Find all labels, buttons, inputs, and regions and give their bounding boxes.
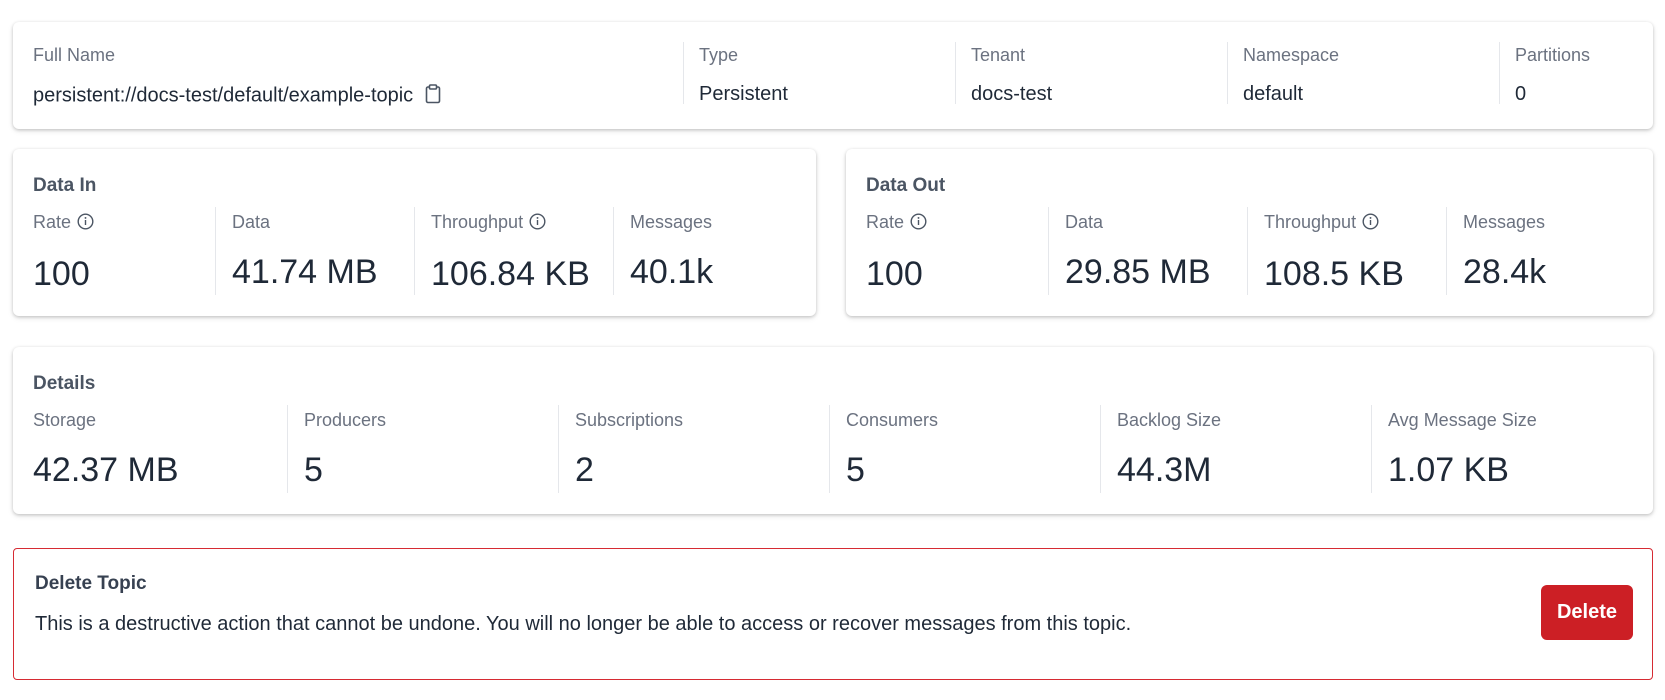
data-label: Data: [1065, 212, 1104, 232]
type-value: Persistent: [699, 83, 788, 105]
namespace-label: Namespace: [1243, 45, 1340, 65]
delete-topic-panel: Delete Topic This is a destructive actio…: [13, 548, 1653, 680]
avg-message-size-stat: Avg Message Size 1.07 KB: [1388, 411, 1537, 487]
divider: [558, 405, 559, 493]
data-value: 29.85 MB: [1065, 253, 1211, 291]
data-in-rate: Rate 100: [33, 213, 94, 291]
divider: [613, 207, 614, 295]
rate-label: Rate: [866, 212, 905, 232]
data-out-data: Data 29.85 MB: [1065, 213, 1211, 289]
data-in-card: Data In Rate 100 Data 41.74 MB Throughpu…: [13, 149, 816, 316]
data-out-title: Data Out: [866, 175, 946, 196]
data-out-rate: Rate 100: [866, 213, 927, 291]
divider: [683, 42, 684, 104]
info-icon[interactable]: [910, 213, 927, 233]
data-in-throughput: Throughput 106.84 KB: [431, 213, 590, 291]
divider: [1446, 207, 1447, 295]
info-icon[interactable]: [1362, 213, 1379, 233]
delete-topic-description: This is a destructive action that cannot…: [35, 613, 1132, 635]
storage-label: Storage: [33, 410, 97, 430]
storage-stat: Storage 42.37 MB: [33, 411, 179, 487]
divider: [829, 405, 830, 493]
divider: [215, 207, 216, 295]
info-icon[interactable]: [529, 213, 546, 233]
consumers-value: 5: [846, 451, 865, 489]
full-name-label: Full Name: [33, 45, 116, 65]
data-in-messages: Messages 40.1k: [630, 213, 713, 289]
divider: [1048, 207, 1049, 295]
producers-value: 5: [304, 451, 323, 489]
data-value: 41.74 MB: [232, 253, 378, 291]
partitions-label: Partitions: [1515, 45, 1591, 65]
divider: [1499, 42, 1500, 104]
clipboard-icon[interactable]: [425, 84, 441, 108]
tenant-value: docs-test: [971, 83, 1053, 105]
partitions-field: Partitions 0: [1515, 46, 1590, 104]
namespace-value: default: [1243, 83, 1304, 105]
producers-stat: Producers 5: [304, 411, 386, 487]
rate-value: 100: [33, 255, 90, 294]
divider: [1100, 405, 1101, 493]
rate-value: 100: [866, 255, 923, 294]
rate-label: Rate: [33, 212, 72, 232]
divider: [414, 207, 415, 295]
data-out-card: Data Out Rate 100 Data 29.85 MB Throughp…: [846, 149, 1653, 316]
type-label: Type: [699, 45, 739, 65]
backlog-size-label: Backlog Size: [1117, 410, 1222, 430]
data-label: Data: [232, 212, 271, 232]
messages-value: 40.1k: [630, 253, 714, 291]
consumers-stat: Consumers 5: [846, 411, 938, 487]
divider: [1227, 42, 1228, 104]
delete-button[interactable]: Delete: [1541, 585, 1633, 640]
avg-message-size-label: Avg Message Size: [1388, 410, 1537, 430]
subscriptions-value: 2: [575, 451, 594, 489]
data-out-messages: Messages 28.4k: [1463, 213, 1546, 289]
avg-message-size-value: 1.07 KB: [1388, 451, 1509, 489]
messages-value: 28.4k: [1463, 253, 1547, 291]
data-in-title: Data In: [33, 175, 97, 196]
divider: [287, 405, 288, 493]
data-out-throughput: Throughput 108.5 KB: [1264, 213, 1404, 291]
subscriptions-stat: Subscriptions 2: [575, 411, 683, 487]
delete-topic-title: Delete Topic: [35, 573, 147, 594]
namespace-field: Namespace default: [1243, 46, 1339, 104]
messages-label: Messages: [1463, 212, 1546, 232]
tenant-label: Tenant: [971, 45, 1026, 65]
partitions-value: 0: [1515, 83, 1527, 105]
topic-info-card: Full Name persistent://docs-test/default…: [13, 22, 1653, 129]
type-field: Type Persistent: [699, 46, 788, 104]
throughput-label: Throughput: [1264, 212, 1357, 232]
throughput-value: 108.5 KB: [1264, 255, 1404, 294]
throughput-value: 106.84 KB: [431, 255, 590, 294]
details-title: Details: [33, 373, 96, 394]
tenant-field: Tenant docs-test: [971, 46, 1052, 104]
backlog-size-value: 44.3M: [1117, 451, 1212, 489]
divider: [1247, 207, 1248, 295]
full-name-value: persistent://docs-test/default/example-t…: [33, 84, 414, 107]
consumers-label: Consumers: [846, 410, 939, 430]
divider: [1371, 405, 1372, 493]
details-card: Details Storage 42.37 MB Producers 5 Sub…: [13, 347, 1653, 514]
data-in-data: Data 41.74 MB: [232, 213, 378, 289]
storage-value: 42.37 MB: [33, 451, 179, 489]
info-icon[interactable]: [77, 213, 94, 233]
backlog-size-stat: Backlog Size 44.3M: [1117, 411, 1221, 487]
full-name-field: Full Name persistent://docs-test/default…: [33, 46, 441, 108]
subscriptions-label: Subscriptions: [575, 410, 684, 430]
divider: [955, 42, 956, 104]
producers-label: Producers: [304, 410, 387, 430]
throughput-label: Throughput: [431, 212, 524, 232]
messages-label: Messages: [630, 212, 713, 232]
